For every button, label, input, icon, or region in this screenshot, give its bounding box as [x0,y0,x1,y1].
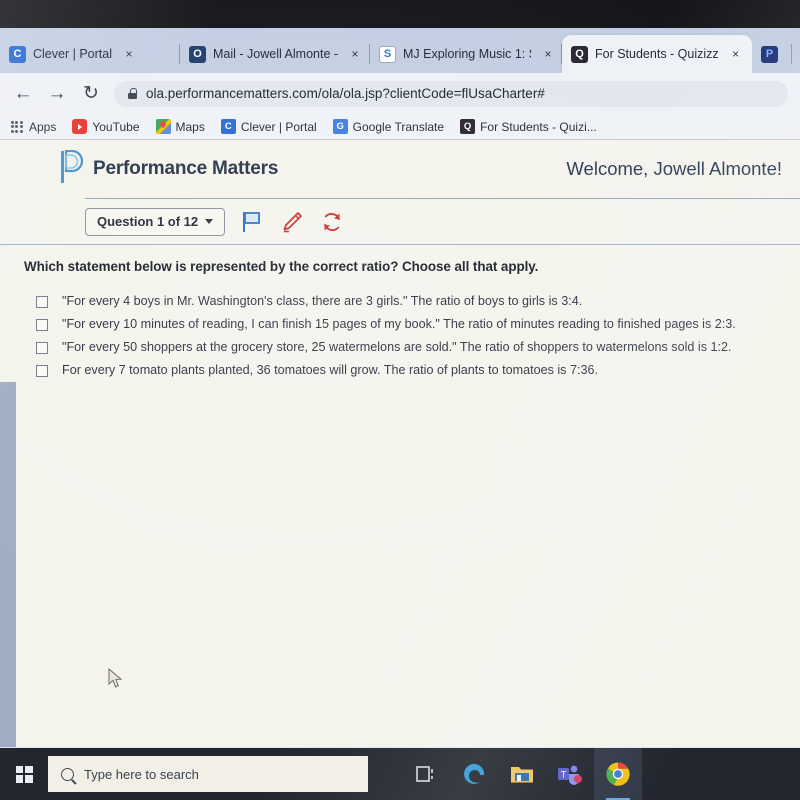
bookmark-maps[interactable]: Maps [155,119,205,134]
search-icon [61,767,74,781]
app-header: Performance Matters Welcome, Jowell Almo… [60,140,782,198]
taskbar-search-input[interactable]: Type here to search [48,756,368,792]
answer-text: For every 7 tomato plants planted, 36 to… [62,363,598,377]
bookmark-label: YouTube [92,119,140,134]
bookmark-clever[interactable]: C Clever | Portal [220,119,317,134]
google-translate-icon: G [332,119,348,134]
answer-text: "For every 4 boys in Mr. Washington's cl… [62,294,583,308]
welcome-message: Welcome, Jowell Almonte! [566,158,782,179]
bookmarks-bar: Apps YouTube Maps C Clever | Portal G Go… [0,114,800,140]
bookmark-label: Apps [29,119,57,134]
tab-close-icon[interactable]: × [540,46,556,62]
tab-title: MJ Exploring Music 1: S [403,47,531,61]
answer-text: "For every 10 minutes of reading, I can … [62,317,736,331]
browser-tab-quizizz[interactable]: Q For Students - Quizizz × [562,35,752,73]
answer-checkbox[interactable] [36,342,48,354]
youtube-icon [72,119,88,134]
answer-checkbox[interactable] [36,296,48,308]
answer-option-4[interactable]: For every 7 tomato plants planted, 36 to… [36,359,800,382]
app-wordmark: Performance Matters [93,158,279,179]
question-selector-label: Question 1 of 12 [97,214,199,229]
bookmark-label: Google Translate [352,119,445,134]
bookmark-youtube[interactable]: YouTube [72,119,140,134]
tab-title: Clever | Portal [33,47,112,61]
highlighter-pencil-icon[interactable] [279,209,305,235]
tab-close-icon[interactable]: × [121,46,137,62]
teams-icon[interactable]: T [546,748,594,800]
mouse-cursor [108,667,124,690]
performance-matters-mark-icon [60,149,84,189]
browser-tab-mj-exploring-music[interactable]: S MJ Exploring Music 1: S × [370,35,562,73]
question-selector-dropdown[interactable]: Question 1 of 12 [85,207,226,236]
quizizz-icon: Q [460,119,476,134]
address-bar-url: ola.performancematters.com/ola/ola.jsp?c… [146,86,545,101]
sso-icon: S [379,45,396,63]
chrome-icon[interactable] [594,748,642,800]
windows-taskbar: Type here to search T [0,748,800,800]
taskbar-search-placeholder: Type here to search [84,766,199,782]
question-toolbar: Question 1 of 12 [85,199,800,244]
tab-title: For Students - Quizizz [595,47,719,61]
edge-icon[interactable] [450,748,498,800]
forward-icon[interactable]: → [46,83,68,105]
bookmark-label: Clever | Portal [240,119,317,134]
start-button[interactable] [0,748,48,800]
answer-options-list: "For every 4 boys in Mr. Washington's cl… [0,290,800,382]
taskbar-pinned-apps: T [402,748,642,800]
performance-matters-icon: P [761,45,778,63]
answer-text: "For every 50 shoppers at the grocery st… [62,340,732,354]
back-icon[interactable]: ← [12,83,34,105]
flag-icon[interactable] [239,209,265,235]
browser-tab-strip: C Clever | Portal × O Mail - Jowell Almo… [0,28,800,73]
windows-logo-icon [15,765,33,783]
page-viewport: Performance Matters Welcome, Jowell Almo… [0,140,800,747]
reset-refresh-icon[interactable] [319,209,345,235]
reload-icon[interactable]: ↻ [80,83,102,105]
performance-matters-app: Performance Matters Welcome, Jowell Almo… [0,140,800,747]
clever-icon: C [9,45,26,63]
answer-option-3[interactable]: "For every 50 shoppers at the grocery st… [36,336,800,359]
screen-photo: C Clever | Portal × O Mail - Jowell Almo… [0,0,800,800]
browser-tab-performance-matters[interactable]: P [752,35,792,73]
bookmark-label: Maps [175,119,205,134]
chevron-down-icon [205,219,214,224]
performance-matters-logo: Performance Matters [60,149,279,189]
bookmark-label: For Students - Quizi... [480,119,597,134]
maps-icon [155,119,171,134]
tab-title: Mail - Jowell Almonte - [213,47,339,61]
bookmark-quizizz[interactable]: Q For Students - Quizi... [460,119,597,134]
clever-icon: C [220,119,236,134]
question-body: Which statement below is represented by … [0,245,800,382]
quizizz-icon: Q [571,45,588,63]
browser-tab-mail[interactable]: O Mail - Jowell Almonte - × [180,35,370,73]
bookmark-apps[interactable]: Apps [9,119,56,134]
browser-tab-clever[interactable]: C Clever | Portal × [0,35,180,73]
browser-toolbar: ← → ↻ ola.performancematters.com/ola/ola… [0,73,800,114]
question-prompt: Which statement below is represented by … [24,259,539,274]
answer-checkbox[interactable] [36,319,48,331]
lock-icon [128,88,137,99]
outlook-icon: O [189,45,206,63]
chrome-browser-window: C Clever | Portal × O Mail - Jowell Almo… [0,28,800,748]
answer-option-1[interactable]: "For every 4 boys in Mr. Washington's cl… [36,290,800,313]
task-view-icon[interactable] [402,748,450,800]
apps-grid-icon [9,119,24,134]
tab-close-icon[interactable]: × [728,46,744,62]
bookmark-google-translate[interactable]: G Google Translate [332,119,445,134]
file-explorer-icon[interactable] [498,748,546,800]
tab-close-icon[interactable]: × [347,46,363,62]
answer-checkbox[interactable] [36,365,48,377]
svg-text:T: T [561,770,567,780]
answer-option-2[interactable]: "For every 10 minutes of reading, I can … [36,313,800,336]
address-bar[interactable]: ola.performancematters.com/ola/ola.jsp?c… [114,80,788,107]
